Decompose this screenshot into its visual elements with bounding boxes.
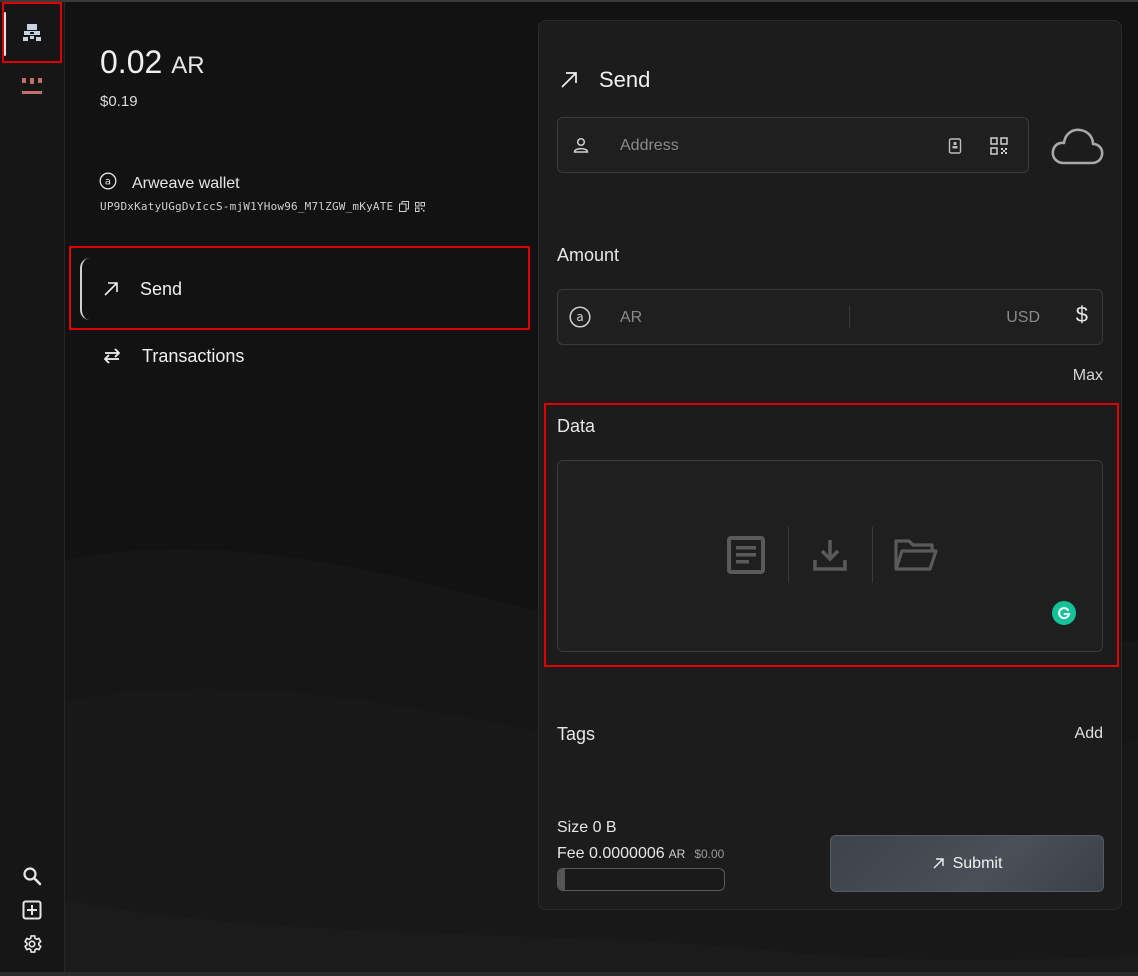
data-input-area[interactable] (557, 460, 1103, 652)
balance-unit: AR (171, 52, 205, 79)
folder-icon (894, 538, 938, 572)
nav-send[interactable]: Send (80, 258, 528, 320)
balance-usd: $0.19 (100, 93, 138, 110)
balance: 0.02 AR (100, 44, 205, 81)
settings-icon[interactable] (16, 928, 48, 960)
add-tag-button[interactable]: Add (1075, 725, 1103, 743)
wallet-icon[interactable] (16, 18, 48, 50)
contacts-icon[interactable] (944, 135, 966, 157)
add-icon[interactable] (16, 894, 48, 926)
max-button[interactable]: Max (1073, 367, 1103, 385)
swap-arrows-icon (102, 347, 122, 365)
arrow-up-right-icon (559, 70, 579, 90)
arrow-up-right-icon (932, 857, 945, 870)
tags-label: Tags (557, 724, 596, 744)
currency-switch[interactable]: $ (1076, 302, 1088, 328)
wallet-name: Arweave wallet (132, 174, 240, 192)
wallet-address: UP9DxKatyUGgDvIccS-mjW1YHow96_M7lZGW_mKy… (100, 200, 394, 213)
qr-code-icon[interactable] (988, 135, 1010, 157)
nav-transactions[interactable]: Transactions (80, 325, 528, 387)
send-title-text: Send (599, 67, 651, 92)
window-bottom-border (0, 972, 1138, 976)
send-title: Send (559, 67, 650, 93)
address-field (557, 117, 1029, 173)
window-top-border (0, 0, 1138, 2)
nav-send-label: Send (140, 278, 183, 299)
copy-icon[interactable] (399, 201, 410, 212)
ar-coin-icon: a (99, 172, 117, 195)
download-data-button[interactable] (788, 527, 872, 583)
address-input[interactable] (620, 132, 940, 160)
amount-field: a $ (557, 289, 1103, 345)
ar-coin-icon: a (568, 305, 592, 329)
wallet-address-row: UP9DxKatyUGgDvIccS-mjW1YHow96_M7lZGW_mKy… (100, 200, 426, 213)
submit-label: Submit (952, 854, 1003, 872)
data-label: Data (557, 416, 596, 436)
sidebar (0, 2, 65, 972)
fee-progress-fill (558, 869, 565, 890)
wallet-info: a Arweave wallet (99, 172, 240, 195)
document-icon (727, 536, 765, 574)
search-icon[interactable] (16, 860, 48, 892)
arrow-up-right-icon (102, 280, 120, 298)
text-data-button[interactable] (704, 527, 788, 583)
sidebar-active-indicator (4, 12, 6, 56)
qr-code-icon[interactable] (415, 201, 426, 212)
nav-transactions-label: Transactions (142, 345, 245, 366)
apps-icon[interactable] (16, 70, 48, 102)
upload-file-button[interactable] (874, 527, 958, 583)
grammarly-icon[interactable] (1052, 601, 1076, 625)
cloud-icon[interactable] (1047, 121, 1107, 171)
usd-amount-input[interactable] (838, 304, 1040, 332)
amount-label: Amount (557, 245, 620, 265)
fee-unit: AR (668, 847, 686, 861)
fee-text: Fee 0.0000006 (557, 845, 665, 862)
svg-text:a: a (105, 177, 111, 188)
size-text: Size 0 B (557, 819, 617, 836)
ar-amount-input[interactable] (620, 304, 820, 332)
send-panel: Send Address Amount a AR USD $ Max Data … (538, 20, 1122, 910)
download-icon (813, 538, 847, 572)
svg-text:a: a (576, 310, 583, 324)
fee-info: Fee 0.0000006 AR $0.00 (557, 845, 724, 863)
data-divider (872, 527, 873, 583)
balance-amount: 0.02 (100, 44, 163, 80)
fee-usd: $0.00 (694, 847, 725, 861)
submit-button[interactable]: Submit (830, 835, 1104, 892)
fee-progress-bar (557, 868, 725, 891)
user-icon (570, 134, 592, 156)
